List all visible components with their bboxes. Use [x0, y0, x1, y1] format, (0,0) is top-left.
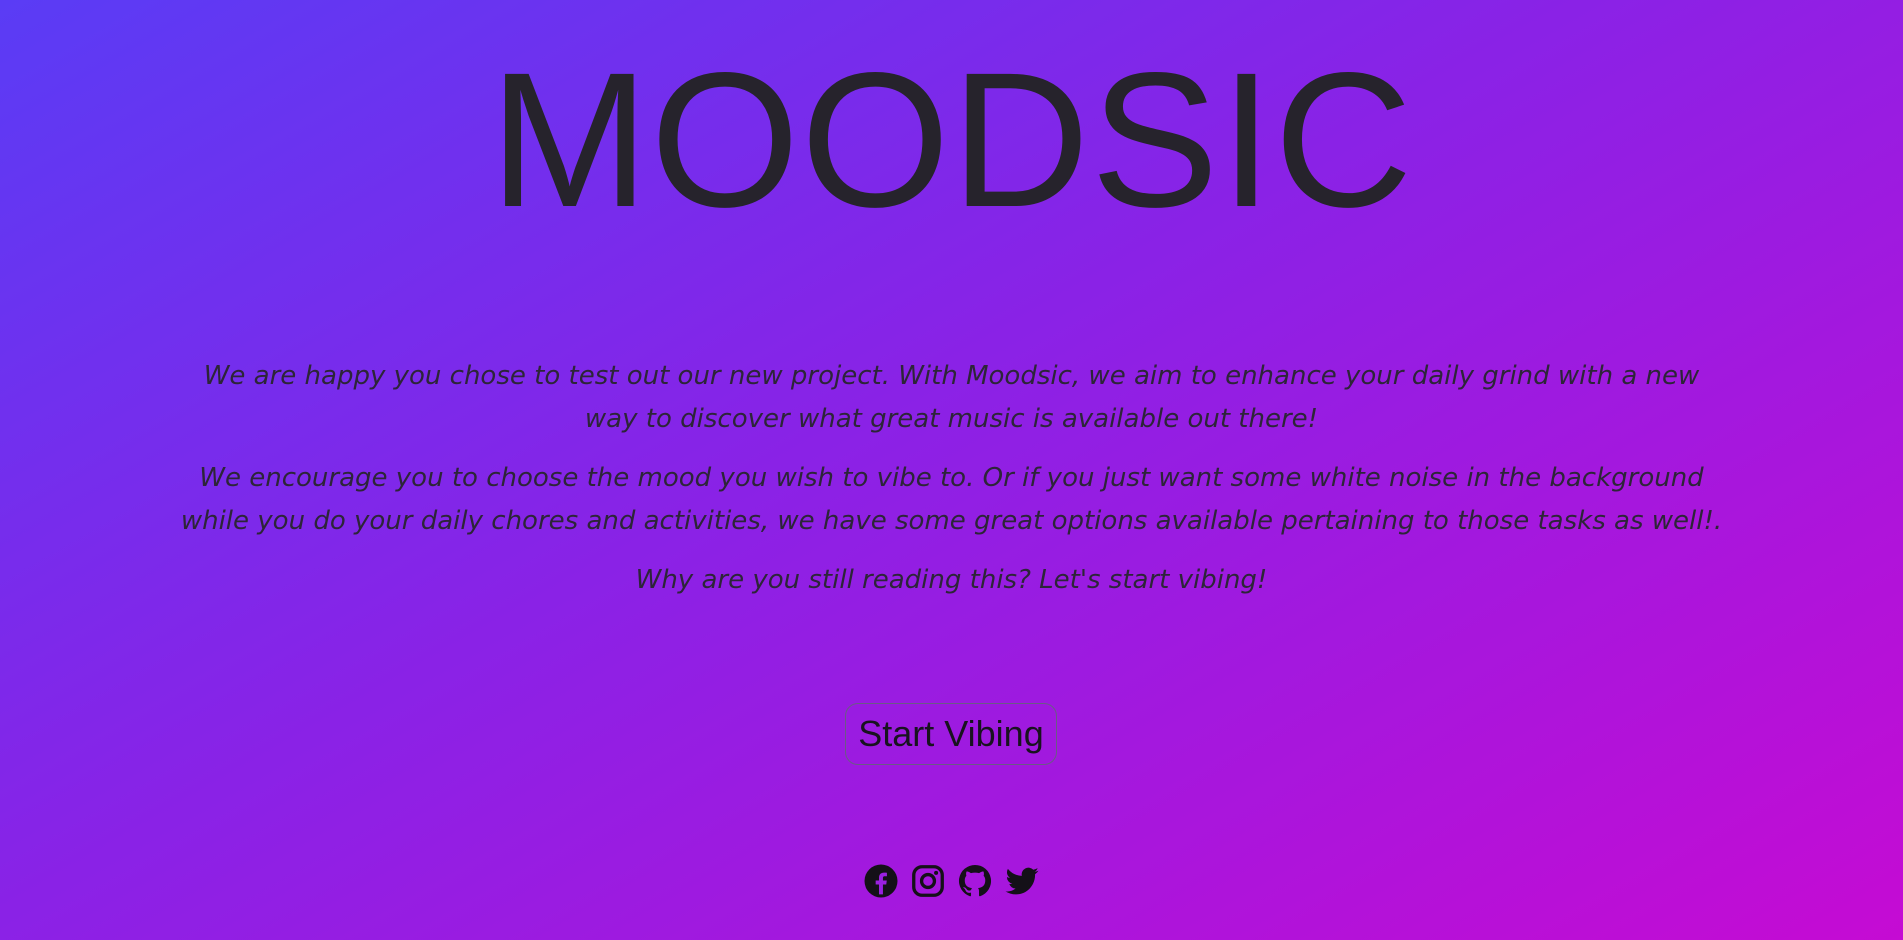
page-title: MOODSIC: [489, 32, 1414, 247]
start-vibing-button[interactable]: Start Vibing: [845, 703, 1057, 765]
instagram-icon: [910, 863, 946, 899]
social-links: [0, 862, 1903, 899]
github-link[interactable]: [957, 862, 994, 899]
twitter-icon: [1004, 863, 1040, 899]
intro-paragraph-1: We are happy you chose to test out our n…: [203, 361, 1700, 434]
instagram-link[interactable]: [910, 862, 947, 899]
intro-paragraph-3: Why are you still reading this? Let's st…: [635, 565, 1268, 595]
intro-paragraph-2: We encourage you to choose the mood you …: [180, 463, 1723, 536]
landing-page: MOODSIC We are happy you chose to test o…: [0, 0, 1903, 940]
facebook-icon: [863, 863, 899, 899]
twitter-link[interactable]: [1004, 862, 1041, 899]
intro-text: We are happy you chose to test out our n…: [180, 355, 1723, 618]
github-icon: [957, 863, 993, 899]
facebook-link[interactable]: [863, 862, 900, 899]
